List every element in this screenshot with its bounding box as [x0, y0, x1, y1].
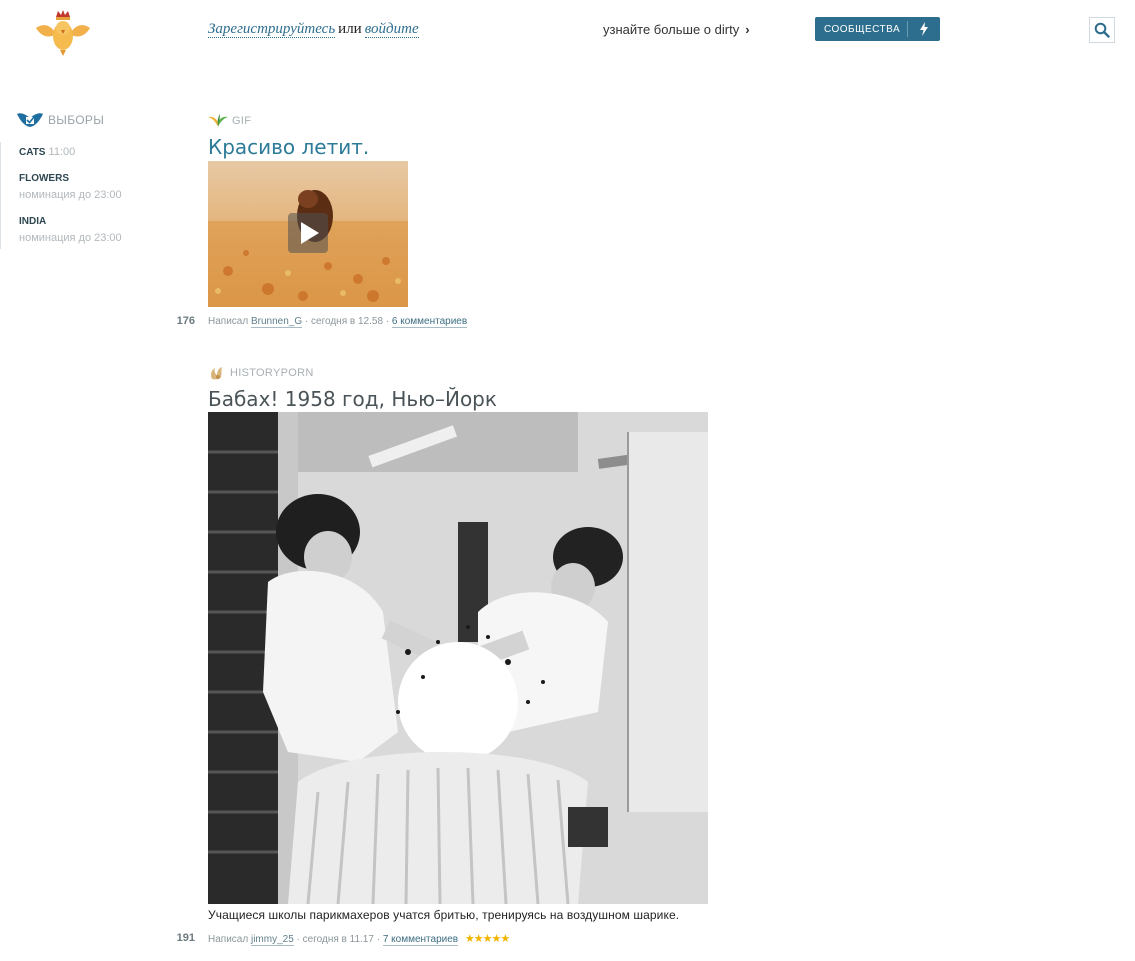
sidebar-title: ВЫБОРЫ [48, 113, 105, 127]
play-button[interactable] [288, 213, 328, 253]
sidebar-header: ВЫБОРЫ [16, 112, 104, 128]
post-rating[interactable]: 176 [165, 315, 195, 327]
auth-links: Зарегистрируйтесь или войдите [208, 21, 419, 38]
post-rating[interactable]: 191 [165, 932, 195, 944]
login-link[interactable]: войдите [364, 21, 419, 38]
play-icon [301, 222, 319, 244]
election-name: FLOWERS [19, 173, 69, 184]
lightning-icon[interactable] [908, 22, 940, 36]
historyporn-icon [208, 365, 226, 381]
election-time: 11:00 [48, 146, 76, 158]
comments-link[interactable]: 7 комментариев [382, 934, 459, 946]
bird-logo-icon [36, 10, 90, 56]
post-category[interactable]: HISTORYPORN [208, 365, 314, 381]
chevron-right-icon: › [745, 22, 750, 37]
post-caption: Учащиеся школы парикмахеров учатся брить… [208, 908, 680, 922]
post-category-label: GIF [232, 115, 252, 127]
election-name: CATS [19, 147, 46, 158]
post-date: · сегодня в 11.17 · [296, 934, 381, 945]
election-item-flowers[interactable]: FLOWERS номинация до 23:00 [19, 170, 122, 203]
election-name: INDIA [19, 216, 47, 227]
author-link[interactable]: Brunnen_G [250, 316, 303, 328]
site-logo[interactable] [34, 8, 92, 58]
post-gif-image[interactable] [208, 161, 408, 307]
post-category-label: HISTORYPORN [230, 367, 314, 379]
election-item-india[interactable]: INDIA номинация до 23:00 [19, 213, 122, 246]
post-meta: Написал jimmy_25 · сегодня в 11.17 · 7 к… [208, 932, 510, 946]
post-title[interactable]: Красиво летит. [208, 135, 369, 159]
search-button[interactable] [1089, 17, 1115, 43]
post-meta: Написал Brunnen_G · сегодня в 12.58 · 6 … [208, 316, 468, 328]
post-category[interactable]: GIF [208, 114, 251, 128]
communities-label: СООБЩЕСТВА [824, 23, 901, 35]
post-photo[interactable] [208, 412, 708, 904]
learn-more-label: узнайте больше о dirty [603, 22, 740, 37]
election-nomination: номинация до 23:00 [19, 232, 122, 244]
written-by-label: Написал [208, 316, 249, 327]
elections-list: CATS 11:00 FLOWERS номинация до 23:00 IN… [0, 142, 150, 249]
post-title[interactable]: Бабах! 1958 год, Нью–Йорк [208, 387, 497, 411]
register-link[interactable]: Зарегистрируйтесь [208, 21, 336, 38]
learn-more-link[interactable]: узнайте больше о dirty › [603, 22, 750, 37]
search-icon [1094, 22, 1110, 38]
comments-link[interactable]: 6 комментариев [391, 316, 468, 328]
communities-button[interactable]: СООБЩЕСТВА [815, 17, 940, 41]
rating-stars-icon: ★★★★★ [464, 933, 510, 945]
election-nomination: номинация до 23:00 [19, 189, 122, 201]
or-text: или [338, 21, 362, 37]
post-date: · сегодня в 12.58 · [304, 316, 390, 327]
ballot-check-icon [17, 113, 43, 127]
written-by-label: Написал [208, 934, 249, 945]
author-link[interactable]: jimmy_25 [250, 934, 294, 946]
gif-leaf-icon [208, 114, 228, 128]
election-item-cats[interactable]: CATS 11:00 [19, 144, 75, 161]
